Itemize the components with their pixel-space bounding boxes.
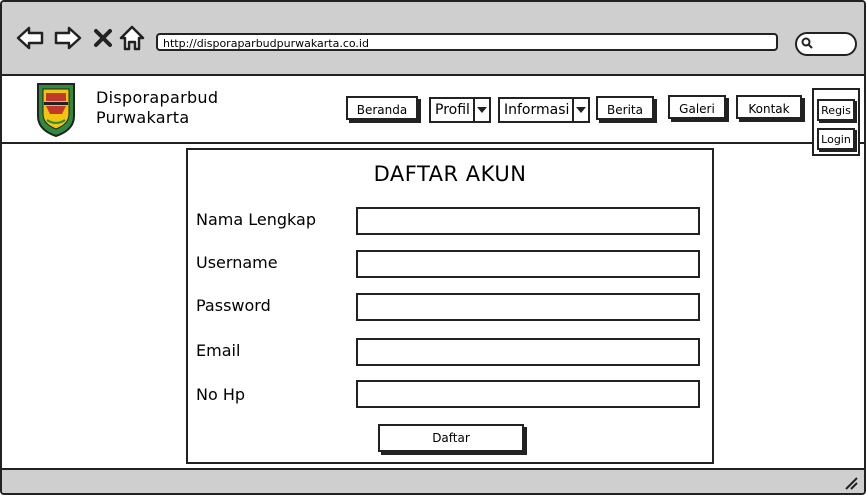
- regis-button[interactable]: Regis: [817, 99, 855, 121]
- back-arrow-icon[interactable]: [16, 24, 44, 52]
- nav-profil-label: Profil: [435, 102, 470, 118]
- browser-search-field[interactable]: [795, 32, 857, 56]
- form-title: DAFTAR AKUN: [373, 162, 527, 186]
- password-input[interactable]: [356, 293, 700, 321]
- purwakarta-emblem-logo: [37, 83, 75, 138]
- nav-profil-dropdown[interactable]: Profil: [429, 97, 491, 123]
- site-name-line1: Disporaparbud: [96, 88, 219, 107]
- no-hp-label: No Hp: [196, 385, 246, 404]
- nama-lengkap-label: Nama Lengkap: [196, 210, 316, 229]
- site-header: Disporaparbud Purwakarta Beranda Profil …: [2, 76, 864, 144]
- nav-berita-button[interactable]: Berita: [596, 96, 654, 120]
- forward-arrow-icon[interactable]: [54, 24, 82, 52]
- registration-form: DAFTAR AKUN Nama Lengkap Username Passwo…: [186, 148, 714, 464]
- browser-status-bar: [2, 468, 864, 493]
- home-icon[interactable]: [118, 24, 146, 52]
- site-name-line2: Purwakarta: [96, 108, 190, 127]
- no-hp-input[interactable]: [356, 380, 700, 408]
- address-bar[interactable]: http://disporaparbudpurwakarta.co.id: [156, 33, 778, 51]
- nama-lengkap-input[interactable]: [356, 207, 700, 235]
- password-label: Password: [196, 296, 271, 315]
- search-icon: [801, 37, 813, 49]
- username-input[interactable]: [356, 250, 700, 278]
- browser-window: http://disporaparbudpurwakarta.co.id Dis…: [0, 0, 866, 495]
- browser-toolbar: http://disporaparbudpurwakarta.co.id: [2, 2, 864, 76]
- login-button[interactable]: Login: [817, 128, 855, 150]
- nav-informasi-label: Informasi: [504, 102, 570, 118]
- nav-galeri-button[interactable]: Galeri: [668, 95, 726, 119]
- nav-beranda-button[interactable]: Beranda: [346, 96, 418, 120]
- username-label: Username: [196, 253, 278, 272]
- email-input[interactable]: [356, 338, 700, 366]
- nav-kontak-button[interactable]: Kontak: [736, 95, 802, 119]
- resize-grip-icon[interactable]: [844, 476, 858, 490]
- chevron-down-icon: [572, 99, 588, 121]
- close-icon[interactable]: [92, 24, 114, 52]
- auth-button-group: Regis Login: [812, 88, 860, 156]
- url-text: http://disporaparbudpurwakarta.co.id: [163, 37, 369, 50]
- daftar-button[interactable]: Daftar: [378, 424, 524, 452]
- nav-informasi-dropdown[interactable]: Informasi: [498, 97, 590, 123]
- email-label: Email: [196, 341, 241, 360]
- site-name[interactable]: Disporaparbud Purwakarta: [96, 88, 218, 128]
- chevron-down-icon: [473, 99, 489, 121]
